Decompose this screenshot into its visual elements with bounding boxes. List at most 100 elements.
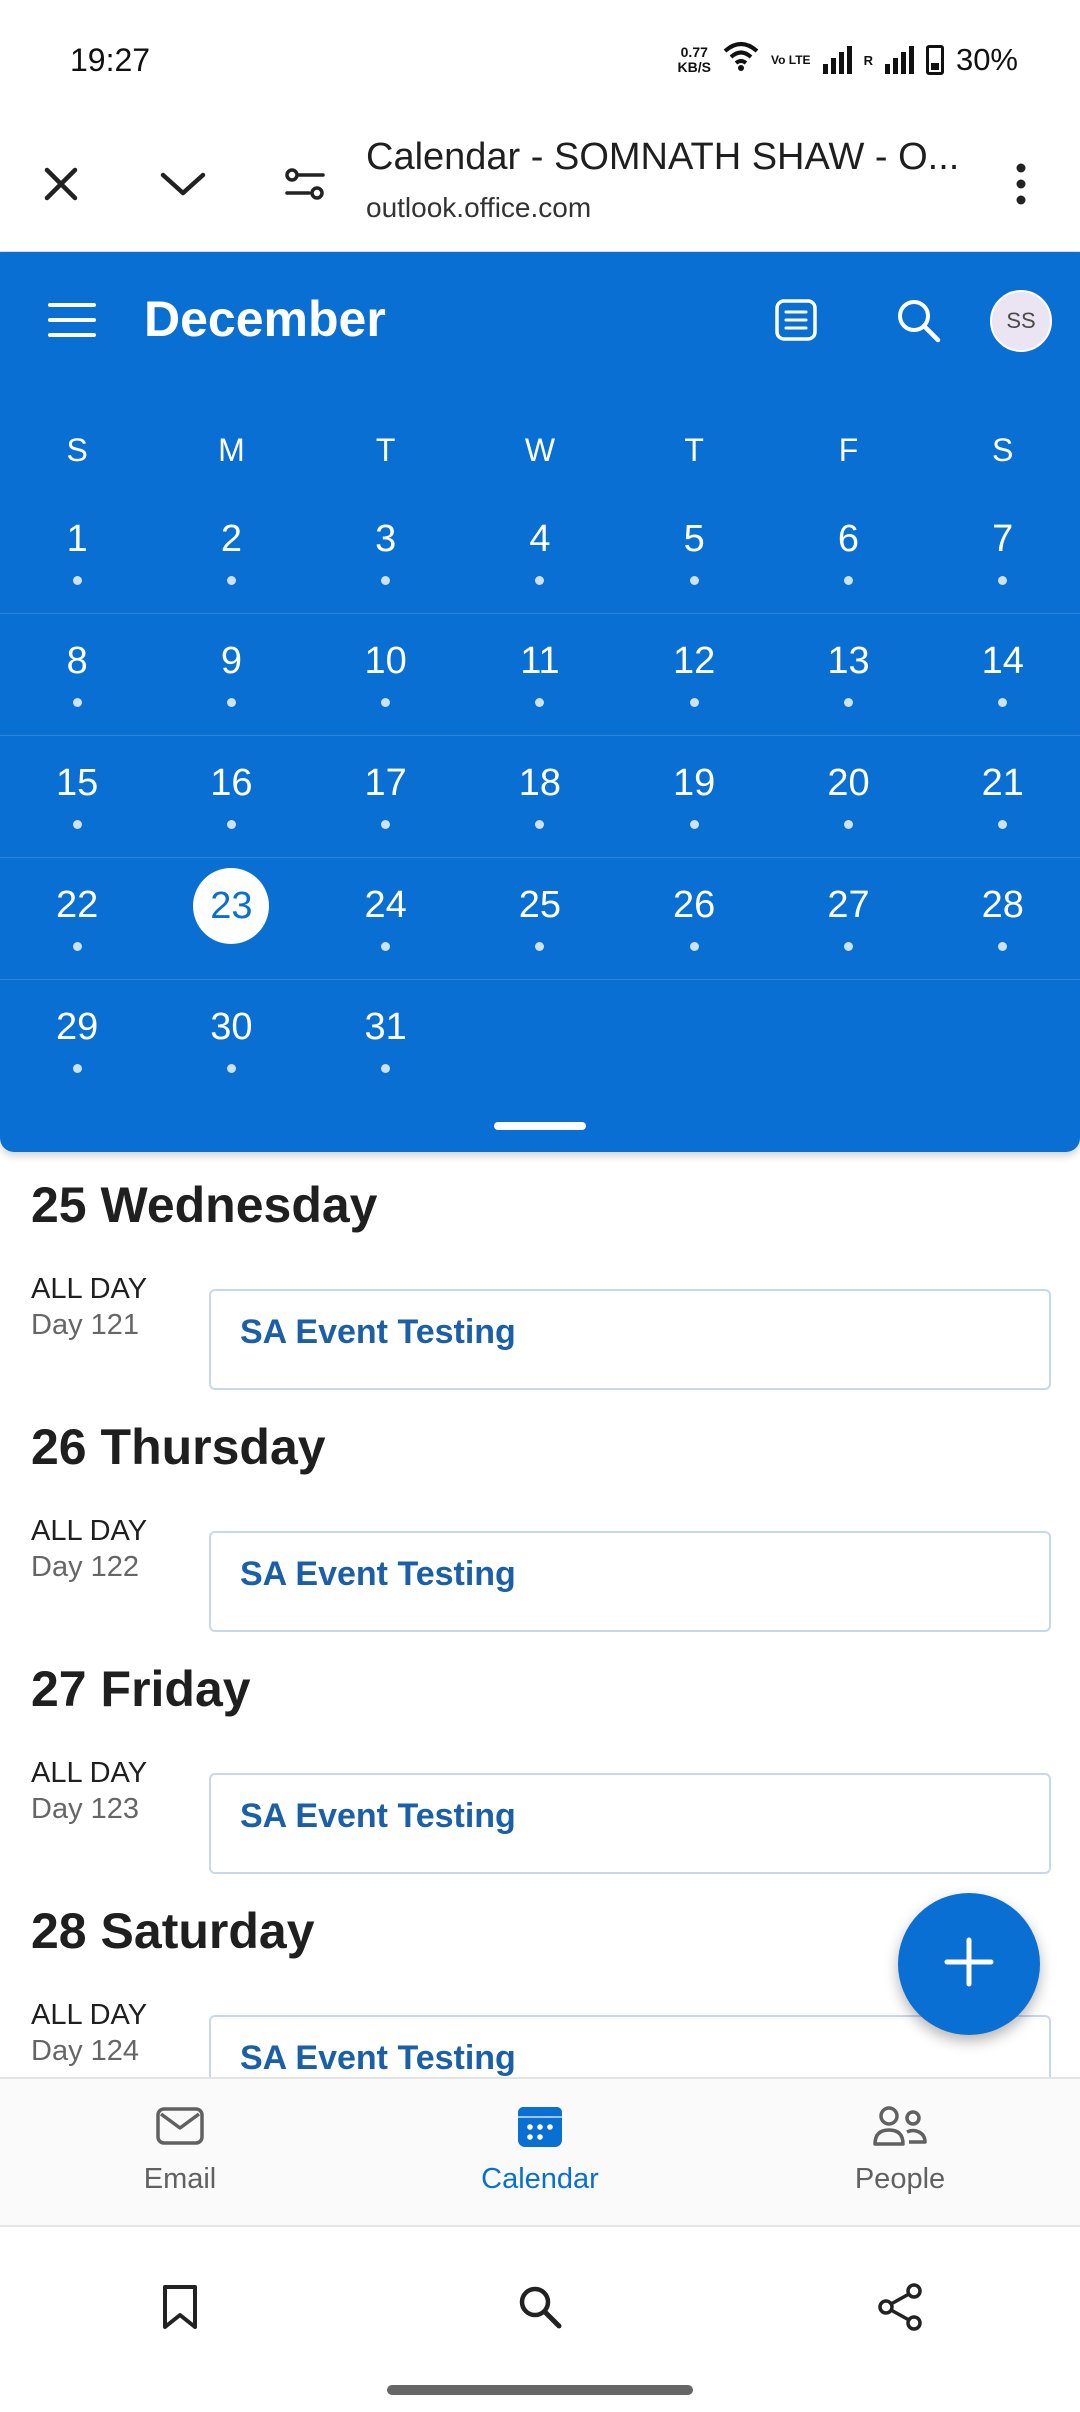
day-number: 18 xyxy=(518,762,562,804)
event-title: SA Event Testing xyxy=(240,2039,516,2077)
empty-day-cell xyxy=(617,980,771,1102)
event-indicator-dot xyxy=(843,698,853,707)
event-indicator-dot xyxy=(689,698,699,707)
day-number: 27 xyxy=(827,884,870,926)
close-icon[interactable] xyxy=(25,148,97,220)
chevron-down-icon[interactable] xyxy=(147,148,219,220)
agenda-day-group: 25 Wednesday ALL DAY Day 121 SA Event Testi… xyxy=(0,1176,1080,1418)
more-vertical-icon[interactable] xyxy=(985,148,1057,220)
event-indicator-dot xyxy=(689,942,699,951)
network-speed: 0.77 KB/S xyxy=(678,45,711,75)
month-grid: 1 2 3 4 5 6 7 8 9 10 11 12 13 14 15 16 17 18 19 20 21 22 23 24 2… xyxy=(0,492,1080,1102)
calendar-icon xyxy=(510,2101,570,2151)
day-cell[interactable]: 5 xyxy=(617,492,771,614)
day-cell[interactable]: 2 xyxy=(154,492,308,614)
status-indicators: 0.77 KB/S Vo LTE R 30% xyxy=(678,41,1018,79)
day-cell[interactable]: 3 xyxy=(309,492,463,614)
signal-icon xyxy=(822,46,852,74)
day-cell[interactable]: 27 xyxy=(771,858,925,980)
event-card[interactable]: SA Event Testing xyxy=(209,2015,1051,2077)
day-cell[interactable]: 15 xyxy=(0,736,154,858)
page-url[interactable]: outlook.office.com xyxy=(366,192,591,224)
search-icon[interactable] xyxy=(882,284,954,356)
day-cell[interactable]: 18 xyxy=(463,736,617,858)
day-cell[interactable]: 19 xyxy=(617,736,771,858)
calendar-drag-handle[interactable] xyxy=(494,1122,586,1130)
new-event-button[interactable] xyxy=(898,1893,1040,2035)
battery-percent: 30% xyxy=(955,42,1018,77)
day-cell[interactable]: 25 xyxy=(463,858,617,980)
day-cell[interactable]: 4 xyxy=(463,492,617,614)
day-cell[interactable]: 28 xyxy=(926,858,1080,980)
all-day-label: ALL DAY xyxy=(31,1757,148,1789)
agenda-day-number: 26 xyxy=(31,1419,87,1475)
day-cell[interactable]: 26 xyxy=(617,858,771,980)
day-cell[interactable]: 21 xyxy=(926,736,1080,858)
day-cell[interactable]: 7 xyxy=(926,492,1080,614)
event-title: SA Event Testing xyxy=(240,1797,516,1835)
month-title[interactable]: December xyxy=(144,290,386,348)
home-indicator[interactable] xyxy=(387,2385,693,2395)
nav-calendar[interactable]: Calendar xyxy=(360,2079,720,2225)
nav-email[interactable]: Email xyxy=(0,2079,360,2225)
day-cell-today[interactable]: 23 xyxy=(154,858,308,980)
mail-icon xyxy=(150,2101,210,2151)
day-cell[interactable]: 24 xyxy=(309,858,463,980)
event-card[interactable]: SA Event Testing xyxy=(209,1773,1051,1874)
day-cell[interactable]: 14 xyxy=(926,614,1080,736)
event-title: SA Event Testing xyxy=(240,1555,516,1593)
day-number: 31 xyxy=(364,1006,407,1048)
day-number: 3 xyxy=(375,518,397,560)
all-day-label: ALL DAY xyxy=(31,1515,148,1547)
browser-toolbar: Calendar - SOMNATH SHAW - O... outlook.o… xyxy=(0,120,1080,252)
day-cell[interactable]: 9 xyxy=(154,614,308,736)
day-number: 19 xyxy=(673,762,716,804)
day-cell[interactable]: 31 xyxy=(309,980,463,1102)
avatar[interactable]: SS xyxy=(990,290,1052,352)
share-icon[interactable] xyxy=(864,2271,936,2343)
week-row: 29 30 31 xyxy=(0,980,1080,1102)
day-number: 6 xyxy=(837,518,860,560)
empty-day-cell xyxy=(463,980,617,1102)
weekday-label: T xyxy=(684,432,704,468)
signal-icon-2 xyxy=(884,46,914,74)
day-cell[interactable]: 13 xyxy=(771,614,925,736)
hamburger-menu-icon[interactable] xyxy=(36,284,108,356)
day-cell[interactable]: 8 xyxy=(0,614,154,736)
day-cell[interactable]: 17 xyxy=(309,736,463,858)
app-bottom-nav: Email Calendar People xyxy=(0,2077,1080,2225)
all-day-label: ALL DAY xyxy=(31,1999,148,2031)
nav-people[interactable]: People xyxy=(720,2079,1080,2225)
day-cell[interactable]: 6 xyxy=(771,492,925,614)
page-title[interactable]: Calendar - SOMNATH SHAW - O... xyxy=(366,136,976,179)
day-number: 5 xyxy=(683,518,705,560)
event-card[interactable]: SA Event Testing xyxy=(209,1289,1051,1390)
day-number: 14 xyxy=(981,640,1024,682)
day-cell[interactable]: 10 xyxy=(309,614,463,736)
week-row: 15 16 17 18 19 20 21 xyxy=(0,736,1080,858)
day-cell[interactable]: 11 xyxy=(463,614,617,736)
week-row: 1 2 3 4 5 6 7 xyxy=(0,492,1080,614)
status-bar: 19:27 0.77 KB/S Vo LTE R 30% xyxy=(0,0,1080,120)
list-view-icon[interactable] xyxy=(760,284,832,356)
battery-icon xyxy=(925,45,944,75)
day-number: 4 xyxy=(529,518,551,560)
agenda-day-number: 25 xyxy=(31,1177,87,1233)
day-cell[interactable]: 30 xyxy=(154,980,308,1102)
day-cell[interactable]: 20 xyxy=(771,736,925,858)
day-cell[interactable]: 16 xyxy=(154,736,308,858)
day-number: 13 xyxy=(827,640,870,682)
search-icon[interactable] xyxy=(504,2271,576,2343)
day-cell[interactable]: 12 xyxy=(617,614,771,736)
event-indicator-dot xyxy=(535,820,545,829)
bookmark-icon[interactable] xyxy=(144,2271,216,2343)
day-number: 20 xyxy=(827,762,870,804)
event-indicator-dot xyxy=(72,1064,82,1073)
tune-icon[interactable] xyxy=(269,148,341,220)
day-cell[interactable]: 29 xyxy=(0,980,154,1102)
event-card[interactable]: SA Event Testing xyxy=(209,1531,1051,1632)
day-cell[interactable]: 1 xyxy=(0,492,154,614)
empty-day-cell xyxy=(926,980,1080,1102)
event-indicator-dot xyxy=(226,820,236,829)
day-cell[interactable]: 22 xyxy=(0,858,154,980)
